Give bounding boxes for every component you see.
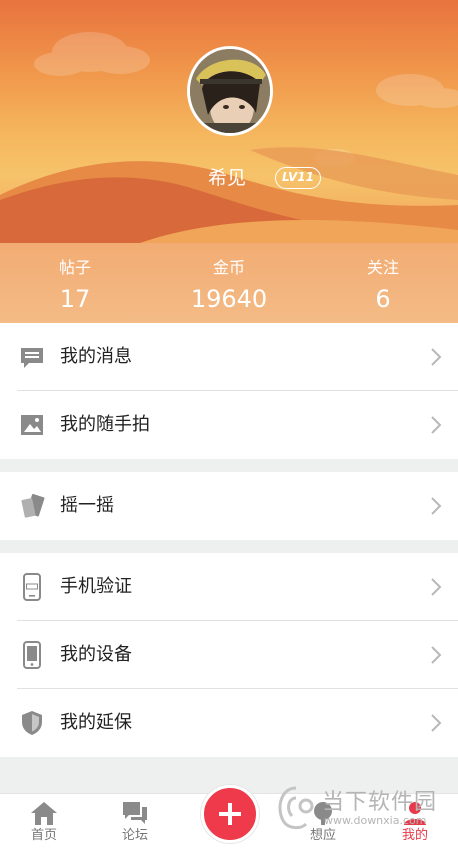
stat-posts-label: 帖子 [58, 258, 91, 277]
menu-item-warranty[interactable]: 我的延保 [0, 689, 458, 757]
username: 希见 [208, 167, 247, 189]
menu-list: 我的消息 我的随手拍 摇一摇 手机验证 我的设备 我的延保 [0, 323, 458, 757]
menu-item-label: 摇一摇 [60, 495, 114, 516]
watermark-title: 当下软件园 [322, 790, 438, 815]
section-gap [0, 540, 458, 553]
menu-item-phone-verify[interactable]: 手机验证 [0, 553, 458, 621]
menu-group-1: 我的消息 我的随手拍 [0, 323, 458, 459]
stat-coins[interactable]: 金币 19640 [154, 257, 304, 315]
chat-icon [123, 802, 147, 824]
tab-home-label: 首页 [30, 828, 57, 843]
stat-following-value: 6 [375, 285, 391, 313]
tab-forum[interactable]: 论坛 [100, 800, 170, 844]
menu-item-snapshots[interactable]: 我的随手拍 [0, 391, 458, 459]
stat-coins-value: 19640 [190, 285, 268, 313]
menu-item-label: 我的设备 [60, 644, 132, 665]
stat-following[interactable]: 关注 6 [308, 257, 458, 315]
home-icon [31, 802, 57, 825]
avatar-image [190, 49, 270, 133]
profile-header: 希见 LV11 [0, 0, 458, 243]
watermark: 当下软件园 www.downxia.com [272, 780, 458, 840]
menu-item-label: 手机验证 [60, 576, 132, 597]
chevron-right-icon [431, 348, 442, 366]
stats-bar: 帖子 17 金币 19640 关注 6 [0, 243, 458, 323]
menu-item-label: 我的延保 [60, 712, 132, 733]
phone-verify-icon [23, 573, 41, 601]
menu-item-label: 我的随手拍 [60, 414, 150, 435]
plus-icon [219, 803, 241, 825]
shake-icon [21, 493, 45, 518]
menu-item-label: 我的消息 [60, 346, 132, 367]
menu-item-shake[interactable]: 摇一摇 [0, 472, 458, 540]
chevron-right-icon [431, 646, 442, 664]
menu-group-2: 摇一摇 [0, 472, 458, 540]
tab-home[interactable]: 首页 [9, 800, 79, 844]
menu-group-3: 手机验证 我的设备 我的延保 [0, 553, 458, 757]
avatar[interactable] [187, 46, 273, 136]
section-gap [0, 459, 458, 472]
watermark-url: www.downxia.com [324, 814, 427, 827]
chevron-right-icon [431, 714, 442, 732]
username-row: 希见 LV11 [0, 164, 458, 192]
level-badge: LV11 [275, 167, 321, 189]
menu-item-devices[interactable]: 我的设备 [0, 621, 458, 689]
image-icon [21, 415, 43, 435]
tab-forum-label: 论坛 [121, 828, 148, 843]
menu-item-messages[interactable]: 我的消息 [0, 323, 458, 391]
chevron-right-icon [431, 416, 442, 434]
stat-following-label: 关注 [366, 258, 399, 277]
watermark-logo-icon [278, 786, 314, 830]
chevron-right-icon [431, 578, 442, 596]
device-icon [23, 641, 41, 669]
stat-coins-label: 金币 [212, 258, 245, 277]
stat-posts-value: 17 [59, 285, 91, 313]
message-icon [21, 348, 43, 368]
stat-posts[interactable]: 帖子 17 [0, 257, 150, 315]
chevron-right-icon [431, 497, 442, 515]
shield-icon [22, 711, 42, 735]
add-post-button[interactable] [201, 785, 259, 843]
